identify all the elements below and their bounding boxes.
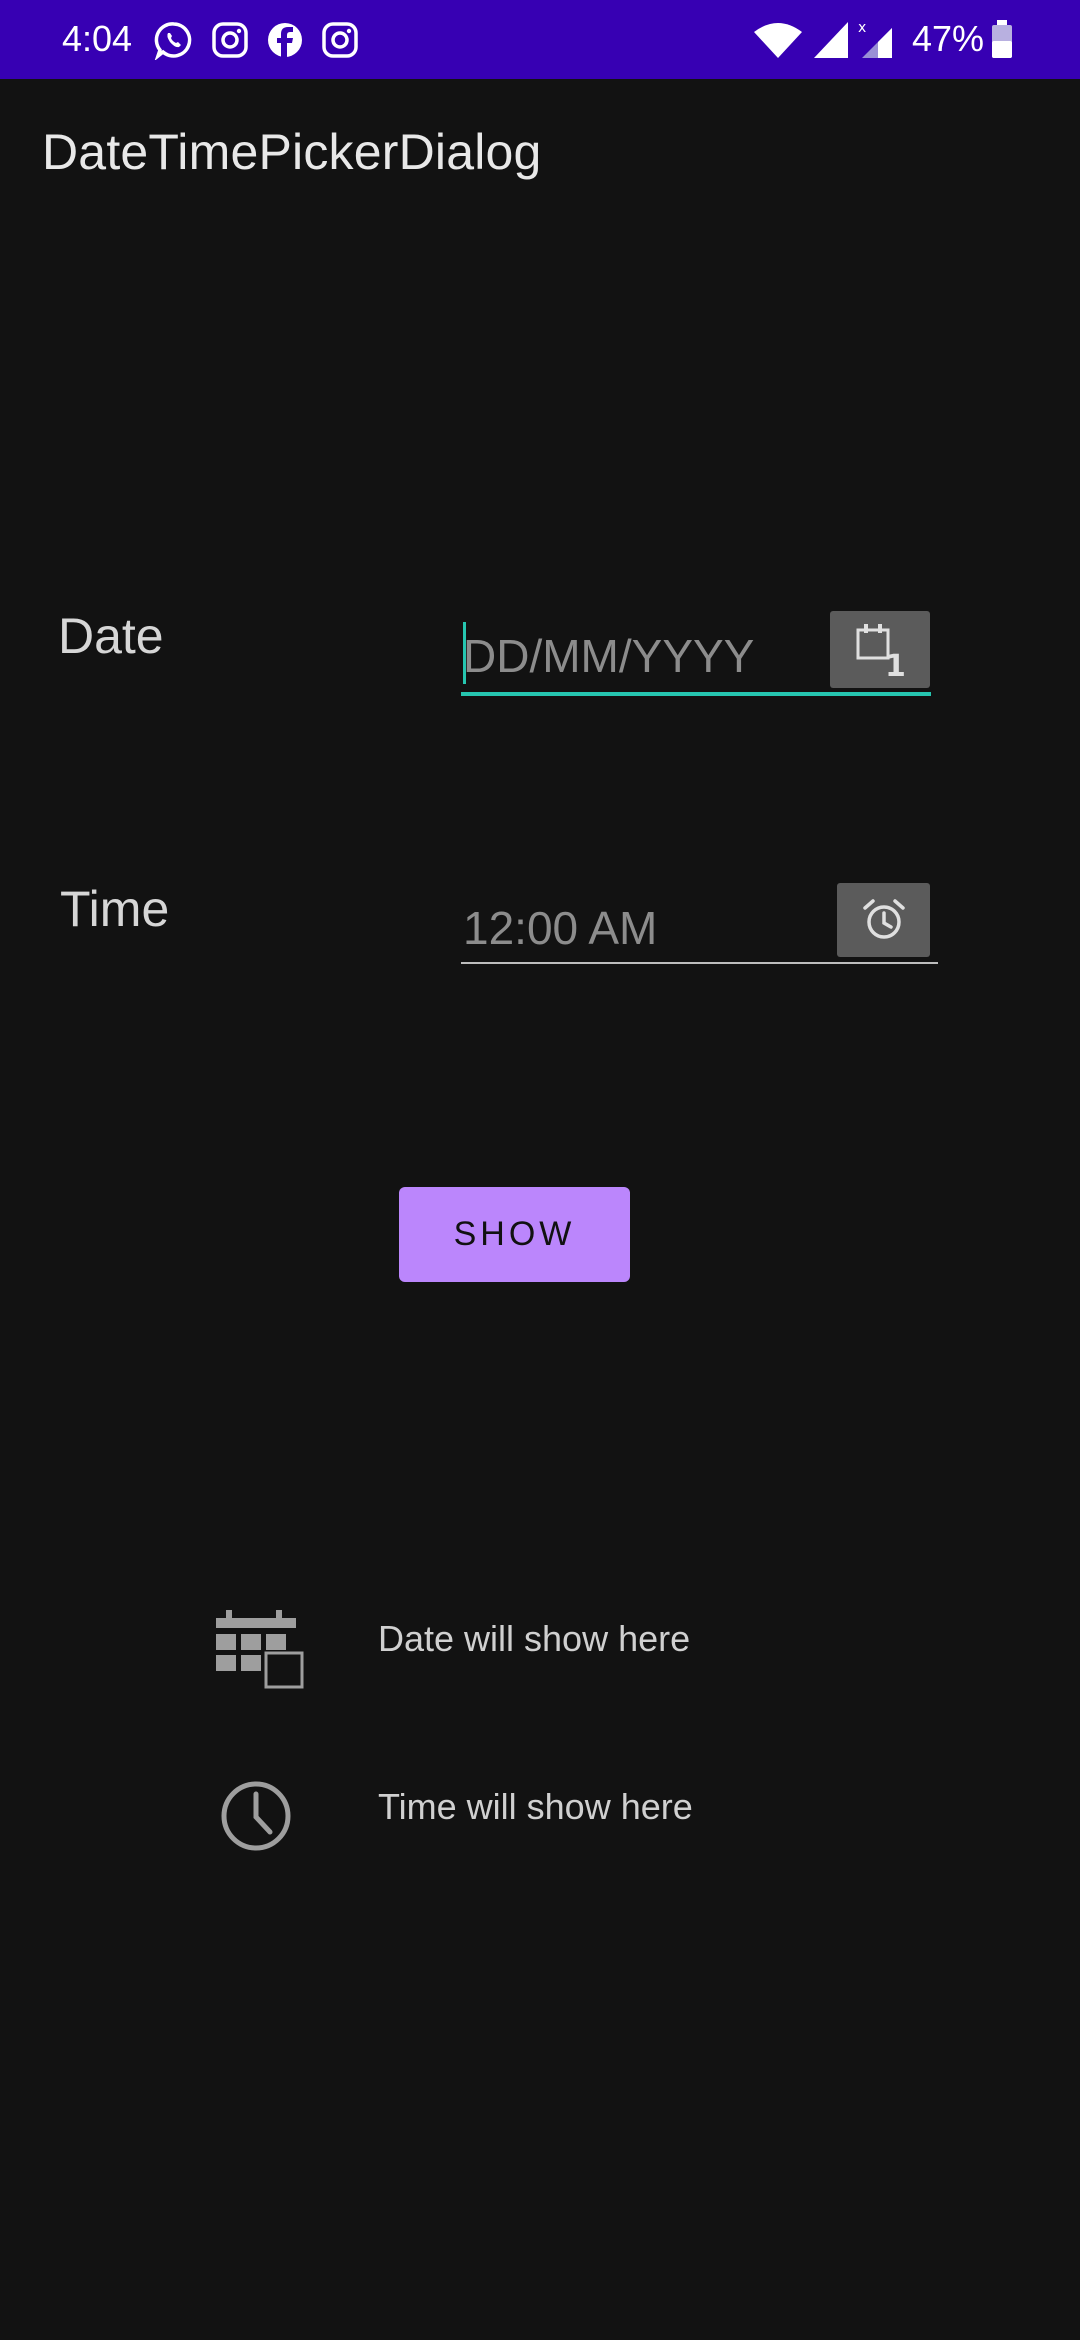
alarm-clock-icon xyxy=(862,899,905,939)
instagram-icon xyxy=(212,22,248,58)
show-button[interactable]: SHOW xyxy=(399,1187,630,1282)
time-label: Time xyxy=(60,881,170,937)
whatsapp-icon xyxy=(154,22,192,60)
date-picker-button[interactable]: 1 xyxy=(830,611,930,688)
battery-percent: 47% xyxy=(912,18,985,59)
svg-text:x: x xyxy=(858,20,866,36)
time-input[interactable] xyxy=(463,897,823,959)
signal-icon xyxy=(814,22,848,58)
status-bar: 4:04 x 47% xyxy=(0,0,1080,79)
instagram-icon xyxy=(322,22,358,58)
clock-icon xyxy=(221,1781,291,1851)
app-title: DateTimePickerDialog xyxy=(42,124,542,180)
date-result-text: Date will show here xyxy=(378,1618,691,1659)
wifi-icon xyxy=(754,23,802,58)
calendar-grid-icon xyxy=(216,1610,304,1689)
time-picker-button[interactable] xyxy=(837,883,930,957)
calendar-icon: 1 xyxy=(856,623,906,680)
text-cursor xyxy=(463,622,466,684)
time-result-text: Time will show here xyxy=(378,1786,693,1827)
app-bar: DateTimePickerDialog xyxy=(0,79,1080,234)
signal-no-data-icon: x xyxy=(858,20,892,58)
facebook-icon xyxy=(268,23,302,57)
date-input[interactable] xyxy=(463,625,823,687)
date-input-underline xyxy=(461,692,931,696)
time-input-underline xyxy=(461,962,938,964)
date-label: Date xyxy=(58,608,164,664)
svg-text:1: 1 xyxy=(885,649,906,680)
battery-icon xyxy=(992,20,1012,58)
status-time: 4:04 xyxy=(62,18,133,59)
